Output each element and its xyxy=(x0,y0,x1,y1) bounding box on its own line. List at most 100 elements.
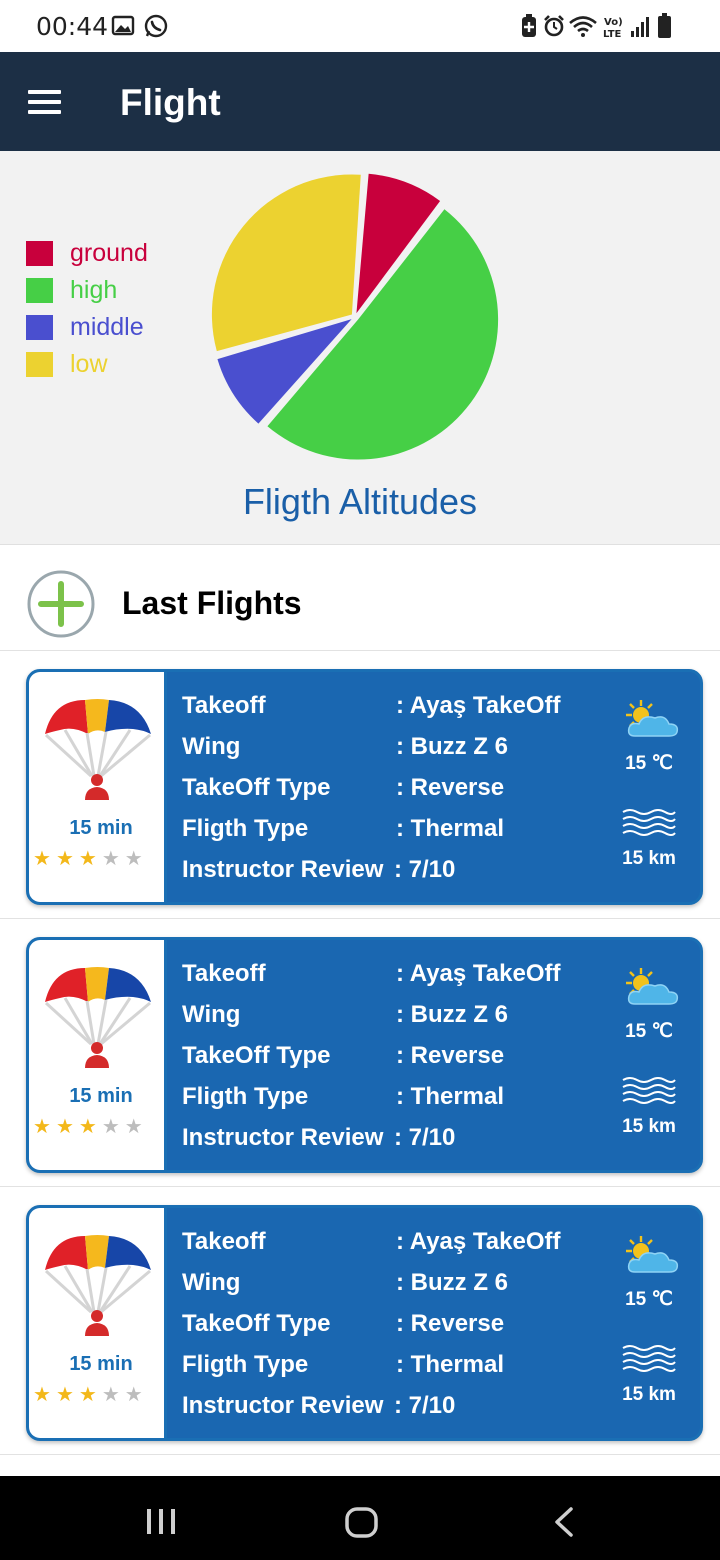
flight-field-row: TakeOff Type : Reverse xyxy=(182,1310,612,1351)
flight-card[interactable]: 15 min ★★★★★ Takeoff : Ayaş TakeOff Wing… xyxy=(26,669,703,905)
status-right-icons: Vo) LTE xyxy=(518,12,688,47)
alarm-icon xyxy=(544,15,564,37)
hamburger-menu-icon[interactable] xyxy=(28,90,62,114)
wifi-icon xyxy=(569,16,597,37)
home-icon[interactable] xyxy=(345,1507,378,1538)
flight-field-key: Instructor Review xyxy=(182,1124,384,1151)
star-filled-icon: ★ xyxy=(33,848,56,870)
flight-field-key: Wing xyxy=(182,1001,241,1028)
volte-icon: Vo) LTE xyxy=(603,17,623,40)
partly-cloudy-icon xyxy=(626,700,679,737)
flight-rating: ★★★★★ xyxy=(33,1382,148,1407)
battery-icon xyxy=(658,13,671,38)
paraglider-icon xyxy=(44,1235,151,1336)
flight-field-value: : 7/10 xyxy=(394,1392,456,1419)
flight-details: Takeoff : Ayaş TakeOff Wing : Buzz Z 6 T… xyxy=(182,960,612,1165)
legend-label: high xyxy=(70,276,118,304)
flight-field-value: : Thermal xyxy=(396,815,505,842)
flight-field-row: Instructor Review : 7/10 xyxy=(182,1392,612,1433)
star-filled-icon: ★ xyxy=(33,1384,56,1406)
flight-duration: 15 min xyxy=(69,817,133,839)
star-empty-icon: ★ xyxy=(124,1116,148,1138)
legend-label: middle xyxy=(70,313,144,341)
star-empty-icon: ★ xyxy=(124,848,148,870)
flight-field-row: Fligth Type : Thermal xyxy=(182,1083,612,1124)
back-icon[interactable] xyxy=(555,1507,573,1537)
flight-field-row: Instructor Review : 7/10 xyxy=(182,1124,612,1165)
flight-field-row: Takeoff : Ayaş TakeOff xyxy=(182,1228,612,1269)
flight-summary: 15 min ★★★★★ xyxy=(29,940,167,1170)
flight-field-value: : Buzz Z 6 xyxy=(396,733,508,760)
flight-field-key: TakeOff Type xyxy=(182,774,331,801)
whatsapp-icon xyxy=(144,14,168,38)
flight-field-value: : Buzz Z 6 xyxy=(396,1269,508,1296)
flight-card[interactable]: 15 min ★★★★★ Takeoff : Ayaş TakeOff Wing… xyxy=(26,1205,703,1441)
flight-field-row: Wing : Buzz Z 6 xyxy=(182,733,612,774)
recent-apps-icon[interactable] xyxy=(147,1509,175,1534)
flight-duration: 15 min xyxy=(69,1085,133,1107)
temperature: 15 ℃ xyxy=(625,1021,673,1042)
partly-cloudy-icon xyxy=(626,1236,679,1273)
flight-field-value: : Buzz Z 6 xyxy=(396,1001,508,1028)
star-filled-icon: ★ xyxy=(78,1116,102,1138)
battery-saver-icon xyxy=(522,14,536,37)
legend-item-low: low xyxy=(26,346,148,383)
flight-field-key: Instructor Review xyxy=(182,1392,384,1419)
status-left-icons xyxy=(110,12,172,45)
temperature: 15 ℃ xyxy=(625,753,673,774)
wind-speed: 15 km xyxy=(622,1116,676,1137)
flight-field-value: : Thermal xyxy=(396,1351,505,1378)
star-empty-icon: ★ xyxy=(124,1384,148,1406)
flight-field-row: TakeOff Type : Reverse xyxy=(182,1042,612,1083)
flight-field-value: : Ayaş TakeOff xyxy=(396,960,561,987)
paraglider-icon xyxy=(44,967,151,1068)
paraglider-icon xyxy=(44,699,151,800)
flight-summary: 15 min ★★★★★ xyxy=(29,672,167,902)
flight-rating: ★★★★★ xyxy=(33,1114,148,1139)
flight-details: Takeoff : Ayaş TakeOff Wing : Buzz Z 6 T… xyxy=(182,1228,612,1433)
system-nav-bar xyxy=(0,1476,720,1560)
flight-field-value: : Reverse xyxy=(396,1042,505,1069)
flight-field-key: Wing xyxy=(182,733,241,760)
flight-field-key: Takeoff xyxy=(182,1228,266,1255)
flight-field-row: Wing : Buzz Z 6 xyxy=(182,1269,612,1310)
star-filled-icon: ★ xyxy=(55,1384,79,1406)
flight-duration: 15 min xyxy=(69,1353,133,1375)
flight-field-key: Takeoff xyxy=(182,960,266,987)
last-flights-header: Last Flights xyxy=(0,545,720,651)
flight-field-row: Fligth Type : Thermal xyxy=(182,815,612,856)
star-empty-icon: ★ xyxy=(101,1116,125,1138)
star-filled-icon: ★ xyxy=(78,1384,102,1406)
flight-field-key: TakeOff Type xyxy=(182,1310,331,1337)
plus-circle-icon[interactable] xyxy=(26,569,96,639)
status-bar: 00:44 Vo) LTE xyxy=(0,0,720,52)
legend-swatch xyxy=(26,315,53,340)
flight-card-row: 15 min ★★★★★ Takeoff : Ayaş TakeOff Wing… xyxy=(0,651,720,919)
flight-field-value: : Reverse xyxy=(396,1310,505,1337)
star-empty-icon: ★ xyxy=(101,1384,125,1406)
flight-field-key: Instructor Review xyxy=(182,856,384,883)
flight-field-key: Fligth Type xyxy=(182,1083,309,1110)
wind-waves-icon xyxy=(622,1345,676,1372)
flight-field-row: Instructor Review : 7/10 xyxy=(182,856,612,897)
flight-summary: 15 min ★★★★★ xyxy=(29,1208,167,1438)
svg-text:LTE: LTE xyxy=(603,29,622,40)
wind-waves-icon xyxy=(622,809,676,836)
flight-card-row: 15 min ★★★★★ Takeoff : Ayaş TakeOff Wing… xyxy=(0,1187,720,1455)
star-filled-icon: ★ xyxy=(55,848,79,870)
gallery-icon xyxy=(111,15,135,36)
last-flights-title: Last Flights xyxy=(122,585,302,621)
wind-speed: 15 km xyxy=(622,1384,676,1405)
flight-field-key: Takeoff xyxy=(182,692,266,719)
flight-card[interactable]: 15 min ★★★★★ Takeoff : Ayaş TakeOff Wing… xyxy=(26,937,703,1173)
legend-swatch xyxy=(26,352,53,377)
star-filled-icon: ★ xyxy=(78,848,102,870)
flight-field-value: : 7/10 xyxy=(394,856,456,883)
flight-field-value: : Reverse xyxy=(396,774,505,801)
flight-card-row: 15 min ★★★★★ Takeoff : Ayaş TakeOff Wing… xyxy=(0,919,720,1187)
page-title: Flight xyxy=(120,82,221,123)
legend-label: ground xyxy=(70,239,148,267)
status-time: 00:44 xyxy=(36,12,109,41)
star-filled-icon: ★ xyxy=(55,1116,79,1138)
flight-field-key: Wing xyxy=(182,1269,241,1296)
